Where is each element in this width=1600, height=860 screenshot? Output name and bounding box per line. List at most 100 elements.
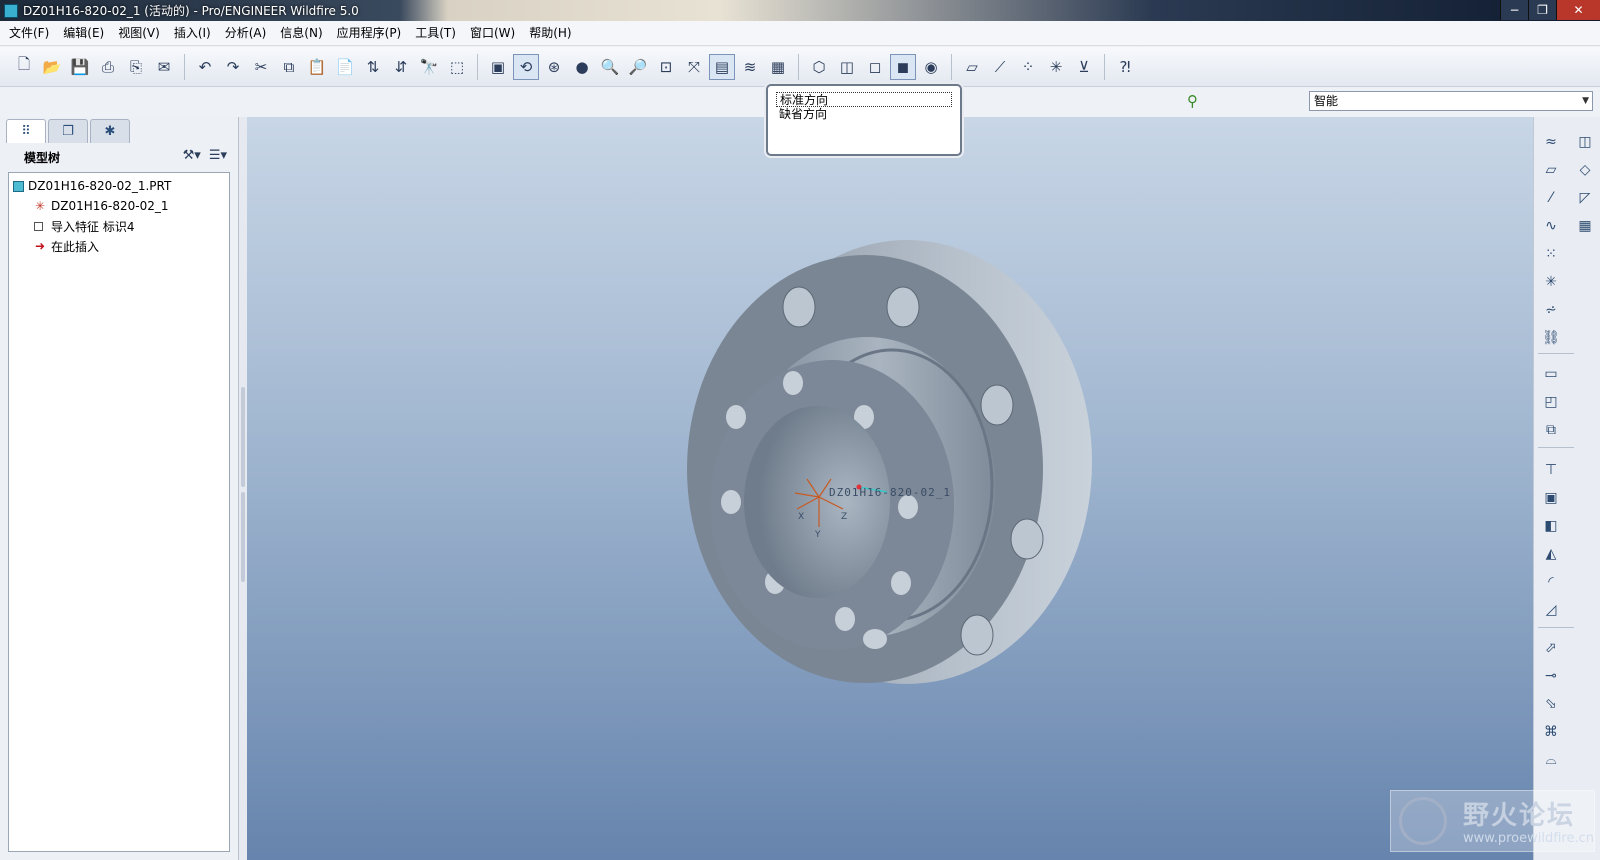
menu-info[interactable]: 信息(N) [273,23,329,43]
print-preview-icon[interactable]: ⎘ [123,54,149,80]
tree-item-import-feature[interactable]: 导入特征 标识4 [13,216,225,236]
menu-edit[interactable]: 编辑(E) [56,23,111,43]
redo-icon[interactable]: ↷ [220,54,246,80]
close-button[interactable]: ✕ [1556,0,1600,20]
wireframe-icon[interactable]: ⬡ [806,54,832,80]
menu-tools[interactable]: 工具(T) [408,23,463,43]
warp-icon[interactable]: ⌘ [1540,721,1562,743]
rib-icon[interactable]: ◧ [1540,515,1562,537]
insert-here-icon: ➜ [34,239,46,253]
regenerate-icon[interactable]: ⇅ [360,54,386,80]
appearance-icon[interactable]: ● [569,54,595,80]
boundary-blend-icon[interactable]: ⬀ [1540,637,1562,659]
selection-filter-select[interactable]: 智能 ▼ [1309,91,1593,111]
zoom-in-icon[interactable]: 🔍 [597,54,623,80]
menu-view[interactable]: 视图(V) [111,23,167,43]
enhanced-realism-icon[interactable]: ◉ [918,54,944,80]
sketch-icon[interactable]: ≈ [1540,131,1562,153]
bolt-hole [886,286,920,328]
graphics-window[interactable]: DZ01H16-820-02_1 X Y Z [247,117,1533,860]
view-option-default[interactable]: 缺省方向 [776,107,952,122]
tree-item-csys[interactable]: ✳ DZ01H16-820-02_1 [13,196,225,216]
restore-button[interactable]: ❐ [1528,0,1556,20]
favorites-tab-icon[interactable]: ✱ [90,119,130,143]
minimize-button[interactable]: − [1500,0,1528,20]
model-tree: DZ01H16-820-02_1.PRT ✳ DZ01H16-820-02_1 … [8,172,230,852]
analysis-feature-icon[interactable]: ⩫ [1540,299,1562,321]
menu-file[interactable]: 文件(F) [2,23,56,43]
view-option-standard[interactable]: 标准方向 [776,92,952,107]
saved-views-icon[interactable]: ▤ [709,53,735,80]
freestyle-icon[interactable]: ⬂ [1540,693,1562,715]
find-icon[interactable]: 🔭 [416,54,442,80]
layers-icon[interactable]: ≋ [737,54,763,80]
refit-icon[interactable]: ⊡ [653,54,679,80]
menu-help[interactable]: 帮助(H) [522,23,578,43]
style-icon[interactable]: ⊸ [1540,665,1562,687]
settings-icon[interactable]: ⚒▾ [183,148,201,163]
new-icon[interactable]: 🗋 [11,54,37,80]
tree-item-insert-here[interactable]: ➜ 在此插入 [13,236,225,256]
panel-splitter[interactable] [239,117,247,860]
round-icon[interactable]: ◜ [1540,571,1562,593]
open-icon[interactable]: 📂 [39,54,65,80]
reorient-icon[interactable]: ⤧ [681,54,707,80]
folder-browser-tab-icon[interactable]: ❐ [48,119,88,143]
redraw-icon[interactable]: ▣ [485,54,511,80]
draft-icon[interactable]: ◭ [1540,543,1562,565]
view-manager-icon[interactable]: ▦ [765,54,791,80]
watermark-url: www.proewildfire.cn [1463,831,1594,846]
datum-axes-icon[interactable]: ⟋ [987,54,1013,80]
print-icon[interactable]: ⎙ [95,54,121,80]
model-tree-tab-icon[interactable]: ⠿ [6,119,46,143]
datum-points-icon[interactable]: ⁘ [1015,54,1041,80]
select-box-icon[interactable]: ⬚ [444,54,470,80]
chamfer-icon[interactable]: ◿ [1540,599,1562,621]
hidden-line-icon[interactable]: ◫ [834,54,860,80]
model-tree-title: 模型树 [24,150,61,165]
menu-applications[interactable]: 应用程序(P) [330,23,409,43]
paste-special-icon[interactable]: 📄 [332,54,358,80]
offset-icon[interactable]: ⌓ [1540,749,1562,771]
datum-axis-icon[interactable]: ⁄ [1540,187,1562,209]
email-icon[interactable]: ✉ [151,54,177,80]
undo-icon[interactable]: ↶ [192,54,218,80]
toolbar-separator [1538,353,1574,354]
cut-icon[interactable]: ✂ [248,54,274,80]
menu-window[interactable]: 窗口(W) [463,23,522,43]
extrude-icon[interactable]: ▭ [1540,363,1562,385]
coord-systems-icon[interactable]: ✳ [1043,54,1069,80]
annotations-icon[interactable]: ⊻ [1071,54,1097,80]
mirror-icon[interactable]: ◫ [1574,131,1596,153]
datum-planes-icon[interactable]: ▱ [959,54,985,80]
context-help-icon[interactable]: ⁈ [1112,54,1138,80]
revolve-icon[interactable]: ◰ [1540,391,1562,413]
paste-icon[interactable]: 📋 [304,54,330,80]
orient-mode-icon[interactable]: ⊛ [541,54,567,80]
menu-analysis[interactable]: 分析(A) [218,23,274,43]
show-icon[interactable]: ☰▾ [209,148,227,163]
window-title: DZ01H16-820-02_1 (活动的) - Pro/ENGINEER Wi… [23,4,359,18]
coord-system-icon[interactable]: ✳ [1540,271,1562,293]
merge-icon[interactable]: ◇ [1574,159,1596,181]
shell-icon[interactable]: ▣ [1540,487,1562,509]
datum-point-icon[interactable]: ⁙ [1540,243,1562,265]
trim-icon[interactable]: ◸ [1574,187,1596,209]
tree-item-part[interactable]: DZ01H16-820-02_1.PRT [13,176,225,196]
regenerate-manager-icon[interactable]: ⇵ [388,54,414,80]
pattern-icon[interactable]: ▦ [1574,215,1596,237]
hole-icon[interactable]: ⊤ [1540,459,1562,481]
datum-curve-icon[interactable]: ∿ [1540,215,1562,237]
tree-item-label: DZ01H16-820-02_1 [51,199,169,213]
variable-sweep-icon[interactable]: ⧉ [1540,419,1562,441]
shading-icon[interactable]: ◼ [890,53,916,80]
toolbar-separator [1104,53,1105,80]
datum-plane-icon[interactable]: ▱ [1540,159,1562,181]
no-hidden-icon[interactable]: ◻ [862,54,888,80]
spin-center-icon[interactable]: ⟲ [513,53,539,80]
link-icon[interactable]: ⛓ [1540,327,1562,349]
menu-insert[interactable]: 插入(I) [167,23,218,43]
copy-icon[interactable]: ⧉ [276,54,302,80]
save-icon[interactable]: 💾 [67,54,93,80]
zoom-out-icon[interactable]: 🔎 [625,54,651,80]
